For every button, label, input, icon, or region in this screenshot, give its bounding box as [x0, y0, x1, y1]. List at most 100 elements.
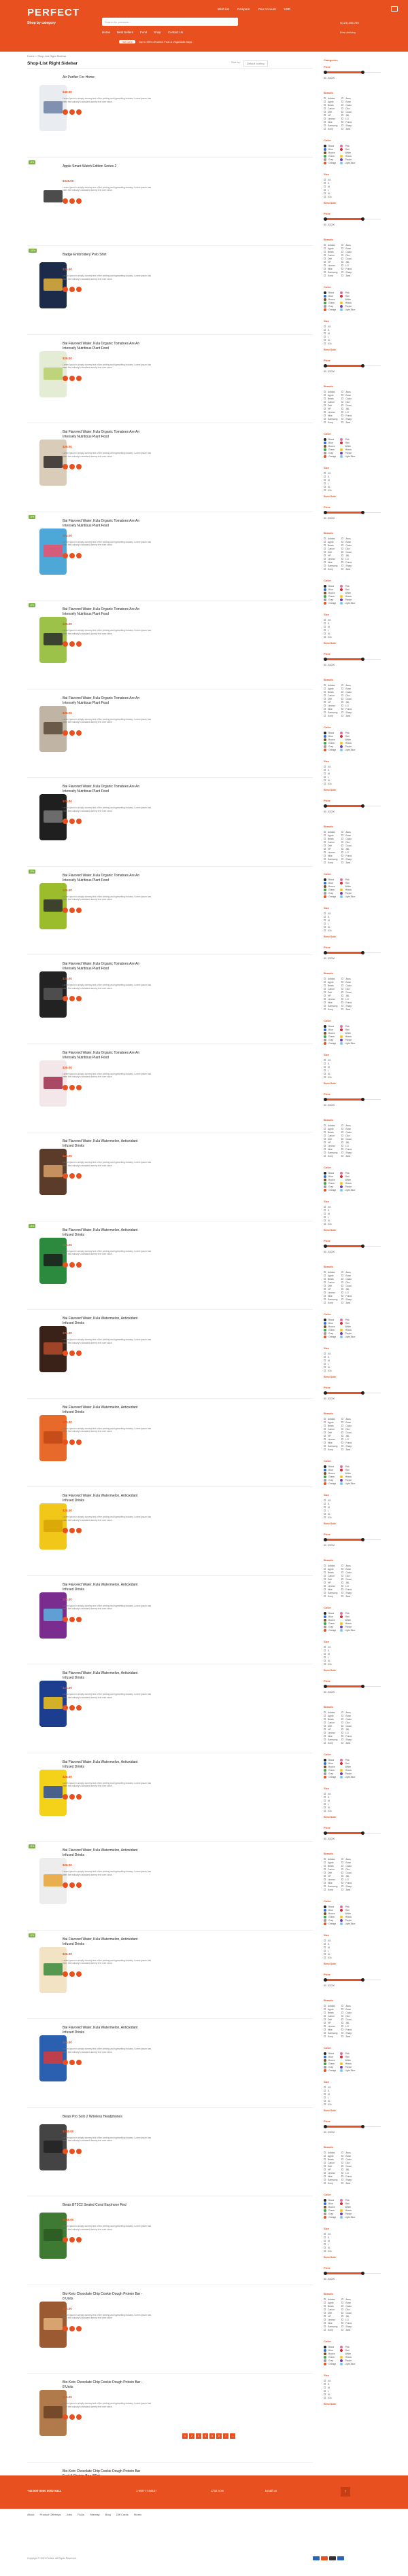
- compare-icon[interactable]: [76, 1616, 82, 1622]
- price-slider[interactable]: [324, 511, 381, 514]
- page-number[interactable]: 3: [196, 2433, 201, 2439]
- checkbox[interactable]: [341, 111, 344, 113]
- size-option[interactable]: XXL: [324, 342, 381, 345]
- size-option[interactable]: XXL: [324, 929, 381, 932]
- checkbox[interactable]: [324, 124, 326, 126]
- checkbox[interactable]: [341, 1008, 344, 1010]
- checkbox[interactable]: [324, 2312, 326, 2314]
- checkbox[interactable]: [324, 104, 326, 106]
- checkbox[interactable]: [324, 408, 326, 410]
- checkbox[interactable]: [324, 691, 326, 693]
- price-slider-knob-min[interactable]: [324, 511, 327, 514]
- product-image[interactable]: [33, 2026, 73, 2091]
- price-slider[interactable]: [324, 1245, 381, 1248]
- color-swatch[interactable]: [340, 451, 343, 454]
- compare-icon[interactable]: [76, 907, 82, 913]
- color-swatch[interactable]: [324, 1772, 326, 1775]
- product-name[interactable]: Bai Flavored Water, Kula Watermelon, Ant…: [63, 1228, 144, 1238]
- checkbox[interactable]: [324, 1288, 326, 1290]
- checkbox[interactable]: [341, 1715, 344, 1717]
- checkbox[interactable]: [341, 408, 344, 410]
- page-number[interactable]: 2: [189, 2433, 194, 2439]
- checkbox[interactable]: [341, 107, 344, 109]
- price-slider-knob-min[interactable]: [324, 951, 327, 954]
- product-item[interactable]: -9% Bai Flavored Water, Kula Organic Tom…: [27, 600, 313, 698]
- checkbox[interactable]: [324, 1148, 326, 1150]
- add-to-cart-icon[interactable]: [63, 2237, 68, 2242]
- checkbox[interactable]: [341, 394, 344, 396]
- top-nav-compare[interactable]: Compare: [237, 7, 250, 11]
- checkbox[interactable]: [324, 1131, 326, 1133]
- price-slider-knob-min[interactable]: [324, 658, 327, 661]
- product-item[interactable]: Bai Flavored Water, Kula Organic Tomatoe…: [27, 688, 313, 787]
- checkbox[interactable]: [341, 1421, 344, 1423]
- checkbox[interactable]: [324, 1274, 326, 1276]
- compare-icon[interactable]: [76, 1793, 82, 1800]
- color-swatch[interactable]: [324, 1768, 326, 1772]
- color-swatch[interactable]: [324, 2208, 326, 2212]
- checkbox[interactable]: [324, 1728, 326, 1730]
- checkbox[interactable]: [324, 1865, 326, 1867]
- color-option[interactable]: Green: [324, 1035, 336, 1038]
- checkbox[interactable]: [324, 1575, 326, 1577]
- color-swatch[interactable]: [324, 441, 326, 444]
- checkbox[interactable]: [324, 848, 326, 850]
- color-swatch[interactable]: [340, 881, 343, 884]
- checkbox[interactable]: [324, 325, 326, 327]
- checkbox[interactable]: [341, 2155, 344, 2157]
- checkbox[interactable]: [341, 1872, 344, 1874]
- product-image[interactable]: [33, 2292, 73, 2357]
- checkbox[interactable]: [324, 1889, 326, 1891]
- color-swatch[interactable]: [340, 2052, 343, 2055]
- checkbox[interactable]: [324, 2383, 326, 2385]
- checkbox[interactable]: [324, 251, 326, 253]
- compare-icon[interactable]: [76, 1971, 82, 1977]
- checkbox[interactable]: [341, 2168, 344, 2170]
- checkbox[interactable]: [324, 629, 326, 631]
- checkbox[interactable]: [324, 1882, 326, 1884]
- color-swatch[interactable]: [340, 301, 343, 304]
- checkbox[interactable]: [341, 1889, 344, 1891]
- checkbox[interactable]: [324, 1939, 326, 1942]
- wishlist-icon[interactable]: [69, 2148, 75, 2154]
- footer-link[interactable]: Product Offerings: [39, 2513, 61, 2516]
- color-swatch[interactable]: [340, 2215, 343, 2219]
- checkbox[interactable]: [324, 708, 326, 710]
- checkbox[interactable]: [324, 2011, 326, 2014]
- color-option[interactable]: Orange: [324, 1041, 336, 1045]
- color-swatch[interactable]: [324, 884, 326, 888]
- checkbox[interactable]: [324, 264, 326, 266]
- color-swatch[interactable]: [324, 1321, 326, 1325]
- compare-icon[interactable]: [76, 1705, 82, 1711]
- product-item[interactable]: Bai Flavored Water, Kula Organic Tomatoe…: [27, 334, 313, 432]
- checkbox[interactable]: [324, 1059, 326, 1061]
- color-swatch[interactable]: [324, 1185, 326, 1188]
- brand-option[interactable]: Zara: [341, 1007, 352, 1011]
- wishlist-icon[interactable]: [69, 1262, 75, 1268]
- size-option[interactable]: XXL: [324, 488, 381, 492]
- brand-option[interactable]: Zara: [341, 421, 352, 424]
- wishlist-icon[interactable]: [69, 552, 75, 558]
- checkbox[interactable]: [341, 1732, 344, 1734]
- checkbox[interactable]: [324, 2028, 326, 2031]
- checkbox[interactable]: [324, 1513, 326, 1515]
- color-swatch[interactable]: [324, 2359, 326, 2362]
- color-swatch[interactable]: [324, 1625, 326, 1628]
- color-swatch[interactable]: [340, 1041, 343, 1045]
- color-option[interactable]: Light Blue: [340, 895, 355, 898]
- checkbox[interactable]: [324, 244, 326, 246]
- checkbox[interactable]: [324, 1363, 326, 1365]
- color-swatch[interactable]: [324, 741, 326, 745]
- checkbox[interactable]: [324, 841, 326, 843]
- color-swatch[interactable]: [340, 1622, 343, 1625]
- checkbox[interactable]: [324, 1653, 326, 1655]
- compare-icon[interactable]: [76, 641, 82, 647]
- brand-option[interactable]: Sony: [324, 1741, 337, 1745]
- checkbox[interactable]: [341, 1295, 344, 1297]
- checkbox[interactable]: [324, 1663, 326, 1665]
- checkbox[interactable]: [324, 179, 326, 181]
- checkbox[interactable]: [324, 998, 326, 1000]
- checkbox[interactable]: [324, 2390, 326, 2392]
- checkbox[interactable]: [324, 1592, 326, 1594]
- color-option[interactable]: Orange: [324, 1482, 336, 1485]
